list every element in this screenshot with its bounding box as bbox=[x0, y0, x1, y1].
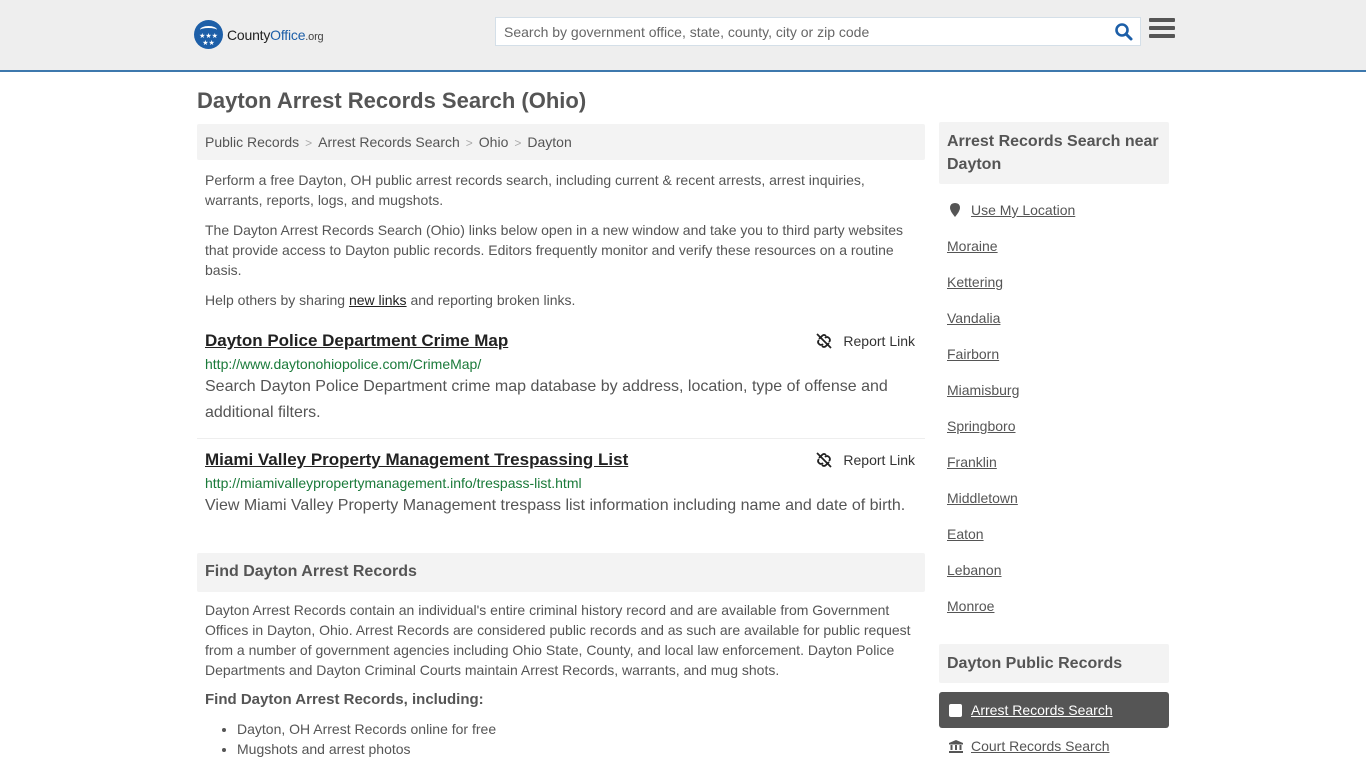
result-description: View Miami Valley Property Management tr… bbox=[205, 497, 906, 514]
list-item: Dayton, OH Arrest Records online for fre… bbox=[237, 719, 925, 739]
nearby-city-item: Kettering bbox=[947, 264, 1161, 300]
breadcrumb: Public Records > Arrest Records Search > Ohi… bbox=[197, 124, 925, 160]
breadcrumb-separator: > bbox=[465, 136, 473, 150]
nearby-city-item: Franklin bbox=[947, 444, 1161, 480]
intro-paragraph-3: Help others by sharing new links and rep… bbox=[205, 292, 576, 308]
nearby-city-link[interactable]: Middletown bbox=[947, 490, 1018, 506]
find-records-body: Dayton Arrest Records contain an individ… bbox=[197, 592, 925, 710]
logo-text: CountyOffice.org bbox=[227, 26, 324, 43]
nearby-city-link[interactable]: Kettering bbox=[947, 274, 1003, 290]
nearby-city-item: Monroe bbox=[947, 588, 1161, 624]
courthouse-icon bbox=[949, 739, 963, 753]
result-item: Miami Valley Property Management Trespas… bbox=[197, 439, 925, 531]
result-title-link[interactable]: Dayton Police Department Crime Map bbox=[205, 330, 508, 352]
search-input[interactable] bbox=[496, 18, 1096, 45]
nearby-city-item: Eaton bbox=[947, 516, 1161, 552]
broken-link-icon bbox=[816, 333, 833, 349]
nearby-city-link[interactable]: Eaton bbox=[947, 526, 984, 542]
square-icon bbox=[949, 703, 962, 717]
find-records-list: Dayton, OH Arrest Records online for fre… bbox=[197, 719, 925, 759]
sidebar: Arrest Records Search near Dayton Use My… bbox=[939, 122, 1169, 764]
nearby-list: Use My Location Moraine Kettering Vandal… bbox=[939, 184, 1169, 624]
new-links-link[interactable]: new links bbox=[349, 292, 407, 308]
nearby-city-item: Fairborn bbox=[947, 336, 1161, 372]
page-title: Dayton Arrest Records Search (Ohio) bbox=[197, 88, 587, 113]
nearby-city-link[interactable]: Monroe bbox=[947, 598, 994, 614]
find-records-heading: Find Dayton Arrest Records bbox=[197, 553, 925, 592]
nearby-city-link[interactable]: Fairborn bbox=[947, 346, 999, 362]
find-records-subheading: Find Dayton Arrest Records, including: bbox=[205, 691, 484, 708]
nearby-city-item: Springboro bbox=[947, 408, 1161, 444]
report-link-button[interactable]: Report Link bbox=[815, 451, 915, 469]
intro-text: Perform a free Dayton, OH public arrest … bbox=[197, 160, 925, 310]
site-logo[interactable]: ★★★ ★★ CountyOffice.org bbox=[194, 20, 324, 49]
breadcrumb-dayton[interactable]: Dayton bbox=[527, 134, 571, 150]
intro-paragraph-2: The Dayton Arrest Records Search (Ohio) … bbox=[205, 222, 904, 278]
nearby-city-item: Moraine bbox=[947, 228, 1161, 264]
nearby-heading: Arrest Records Search near Dayton bbox=[939, 122, 1169, 184]
broken-link-icon bbox=[816, 452, 833, 468]
breadcrumb-separator: > bbox=[514, 136, 522, 150]
nearby-city-link[interactable]: Franklin bbox=[947, 454, 997, 470]
arrest-records-search-link[interactable]: Arrest Records Search bbox=[971, 702, 1113, 718]
breadcrumb-arrest-records-search[interactable]: Arrest Records Search bbox=[318, 134, 460, 150]
result-title-link[interactable]: Miami Valley Property Management Trespas… bbox=[205, 449, 628, 471]
hamburger-menu-icon[interactable] bbox=[1149, 18, 1175, 42]
court-records-search-link[interactable]: Court Records Search bbox=[971, 738, 1110, 754]
eagle-logo-icon: ★★★ ★★ bbox=[194, 20, 223, 49]
search-icon[interactable] bbox=[1114, 22, 1134, 42]
report-link-button[interactable]: Report Link bbox=[815, 332, 915, 350]
nearby-city-link[interactable]: Springboro bbox=[947, 418, 1016, 434]
nearby-city-item: Vandalia bbox=[947, 300, 1161, 336]
public-records-item[interactable]: Court Records Search bbox=[939, 728, 1169, 764]
intro-paragraph-1: Perform a free Dayton, OH public arrest … bbox=[205, 172, 865, 208]
use-my-location-link[interactable]: Use My Location bbox=[971, 202, 1075, 218]
nearby-city-link[interactable]: Lebanon bbox=[947, 562, 1002, 578]
list-item: Mugshots and arrest photos bbox=[237, 739, 925, 759]
nearby-city-link[interactable]: Vandalia bbox=[947, 310, 1000, 326]
site-header: ★★★ ★★ CountyOffice.org bbox=[0, 0, 1366, 72]
result-url: http://www.daytonohiopolice.com/CrimeMap… bbox=[205, 356, 482, 372]
nearby-city-link[interactable]: Moraine bbox=[947, 238, 998, 254]
map-pin-icon bbox=[950, 202, 960, 217]
breadcrumb-separator: > bbox=[305, 136, 313, 150]
search-bar bbox=[495, 17, 1141, 46]
main-content: Public Records > Arrest Records Search > Ohi… bbox=[197, 124, 925, 759]
use-my-location-item: Use My Location bbox=[947, 192, 1161, 228]
nearby-city-item: Lebanon bbox=[947, 552, 1161, 588]
result-description: Search Dayton Police Department crime ma… bbox=[205, 378, 888, 421]
public-records-heading: Dayton Public Records bbox=[939, 644, 1169, 683]
breadcrumb-public-records[interactable]: Public Records bbox=[205, 134, 299, 150]
nearby-city-link[interactable]: Miamisburg bbox=[947, 382, 1019, 398]
result-url: http://miamivalleypropertymanagement.inf… bbox=[205, 475, 582, 491]
breadcrumb-ohio[interactable]: Ohio bbox=[479, 134, 509, 150]
find-records-paragraph: Dayton Arrest Records contain an individ… bbox=[205, 602, 911, 678]
public-records-item-active[interactable]: Arrest Records Search bbox=[939, 692, 1169, 728]
nearby-city-item: Middletown bbox=[947, 480, 1161, 516]
result-item: Dayton Police Department Crime Map Repor… bbox=[197, 320, 925, 439]
nearby-city-item: Miamisburg bbox=[947, 372, 1161, 408]
